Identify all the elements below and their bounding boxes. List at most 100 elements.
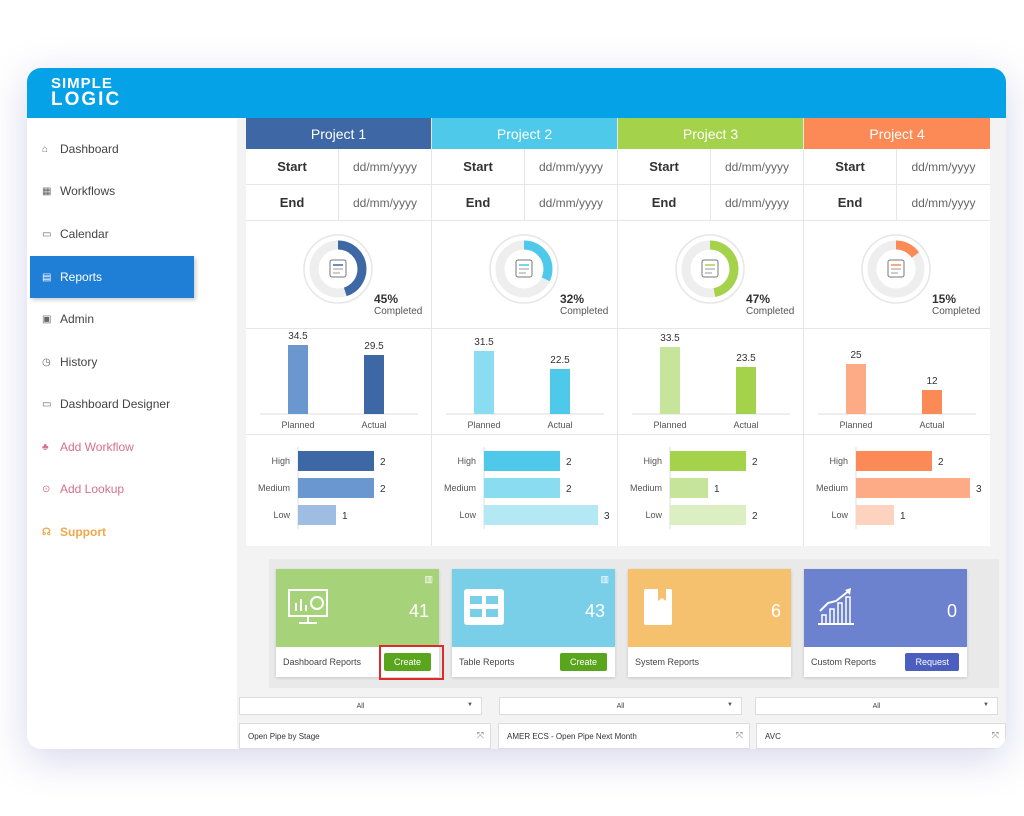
end-date-field[interactable]: dd/mm/yyyy [525,185,617,220]
mini-chart-icon: ▥ [600,574,609,584]
sidebar-item-calendar[interactable]: ▭ Calendar [30,213,194,255]
card-header: 6 [628,569,791,647]
card-count: 41 [408,601,429,621]
planned-actual-svg: 25 Planned 12 Actual [818,350,976,430]
expand-icon[interactable]: ⤧ [992,730,999,741]
calendar-icon: ▭ [42,228,52,240]
mini-chart-icon: ▥ [424,574,433,584]
completed-label: Completed [746,306,795,317]
progress-donut [675,234,745,304]
sidebar-item-label: Add Workflow [60,440,134,454]
low-value-label: 1 [900,511,906,522]
medium-axis-label: Medium [258,483,290,493]
end-date-field[interactable]: dd/mm/yyyy [711,185,803,220]
planned-bar [288,345,308,414]
priority-svg: High 2 Medium 2 Low 1 [258,447,386,529]
high-axis-label: High [457,456,476,466]
end-date-field[interactable]: dd/mm/yyyy [897,185,990,220]
expand-icon[interactable]: ⤧ [477,730,484,741]
progress-donut [489,234,559,304]
planned-axis-label: Planned [281,420,314,430]
sidebar-item-add-lookup[interactable]: ⊙ Add Lookup [30,468,194,510]
medium-bar [856,478,970,498]
card-title: Dashboard Reports [283,657,362,667]
sidebar-item-label: Admin [60,312,95,326]
sidebar-item-support[interactable]: ☊ Support [30,511,194,553]
completed-label: Completed [374,306,423,317]
planned-axis-label: Planned [653,420,686,430]
start-date-field[interactable]: dd/mm/yyyy [339,149,431,184]
sidebar-item-label: History [60,355,98,369]
percent-value: 32% [560,292,585,306]
panel-title: AVC [765,732,781,741]
sidebar-item-dashboard[interactable]: ⌂ Dashboard [30,128,194,170]
sidebar-item-dashboard-designer[interactable]: ▭ Dashboard Designer [30,383,194,425]
planned-value-label: 31.5 [474,337,494,348]
sidebar-item-admin[interactable]: ▣ Admin [30,298,194,340]
filter-select-3[interactable]: All ▼ [755,697,998,715]
expand-icon[interactable]: ⤧ [736,730,743,741]
table-icon [464,589,504,625]
priority-chart: High 2 Medium 1 Low 2 [618,435,803,545]
history-icon: ◷ [42,356,51,368]
sidebar-item-label: Calendar [60,227,109,241]
filter-select-1[interactable]: All ▼ [239,697,482,715]
request-custom-report-button[interactable]: Request [905,653,959,671]
progress-donut [303,234,373,304]
start-date-field[interactable]: dd/mm/yyyy [525,149,617,184]
start-date-field[interactable]: dd/mm/yyyy [897,149,990,184]
end-row: End dd/mm/yyyy [246,185,431,221]
app-window: SIMPLE LOGIC ⌂ Dashboard ▦ Workflows ▭ Cale… [27,68,1006,749]
high-bar [298,451,374,471]
sidebar-item-label: Add Lookup [60,482,125,496]
project-column-1: Project 1 Start dd/mm/yyyy End dd/mm/yyyy … [246,118,432,546]
actual-axis-label: Actual [361,420,386,430]
planned-value-label: 33.5 [660,333,680,344]
top-header: SIMPLE LOGIC [27,68,1006,118]
panel-open-pipe-by-stage: Open Pipe by Stage ⤧ [239,723,491,749]
sidebar-item-label: Dashboard Designer [60,397,171,411]
start-date-field[interactable]: dd/mm/yyyy [711,149,803,184]
progress-donut-area: 47% Completed [618,221,803,329]
actual-bar [364,355,384,414]
home-icon: ⌂ [42,143,49,155]
caret-down-icon: ▼ [983,702,989,708]
planned-bar [474,351,494,414]
high-axis-label: High [271,456,290,466]
sidebar-item-reports[interactable]: ▤ Reports [30,256,194,298]
high-value-label: 2 [752,457,758,468]
card-custom-reports: 0 Custom Reports Request [804,569,967,677]
project-header: Project 1 [246,118,431,149]
lookup-icon: ⊙ [42,483,51,495]
filter-select-2[interactable]: All ▼ [499,697,742,715]
sidebar-item-workflows[interactable]: ▦ Workflows [30,170,194,212]
sidebar-item-history[interactable]: ◷ History [30,341,194,383]
card-title: Table Reports [459,657,515,667]
card-header: 0 [804,569,967,647]
panel-title: AMER ECS - Open Pipe Next Month [507,732,637,741]
end-label: End [432,185,525,220]
end-date-field[interactable]: dd/mm/yyyy [339,185,431,220]
filter-value: All [616,702,625,710]
planned-axis-label: Planned [839,420,872,430]
start-label: Start [246,149,339,184]
planned-actual-svg: 33.5 Planned 23.5 Actual [632,333,790,430]
panel-avc: AVC ⤧ [756,723,1006,749]
sidebar-item-label: Reports [60,270,103,284]
medium-value-label: 1 [714,484,720,495]
card-header: ▥ 41 [276,569,439,647]
actual-axis-label: Actual [919,420,944,430]
completed-label: Completed [560,306,609,317]
project-column-4: Project 4 Start dd/mm/yyyy End dd/mm/yyyy … [804,118,990,546]
low-bar [484,505,598,525]
filter-value: All [872,702,881,710]
actual-bar [550,369,570,414]
actual-value-label: 29.5 [364,341,384,352]
actual-value-label: 12 [926,376,938,387]
project-column-2: Project 2 Start dd/mm/yyyy End dd/mm/yyyy … [432,118,618,546]
sidebar-item-add-workflow[interactable]: ♣ Add Workflow [30,426,194,468]
percent-value: 47% [746,292,771,306]
start-label: Start [432,149,525,184]
low-axis-label: Low [645,510,662,520]
create-table-report-button[interactable]: Create [559,653,607,671]
